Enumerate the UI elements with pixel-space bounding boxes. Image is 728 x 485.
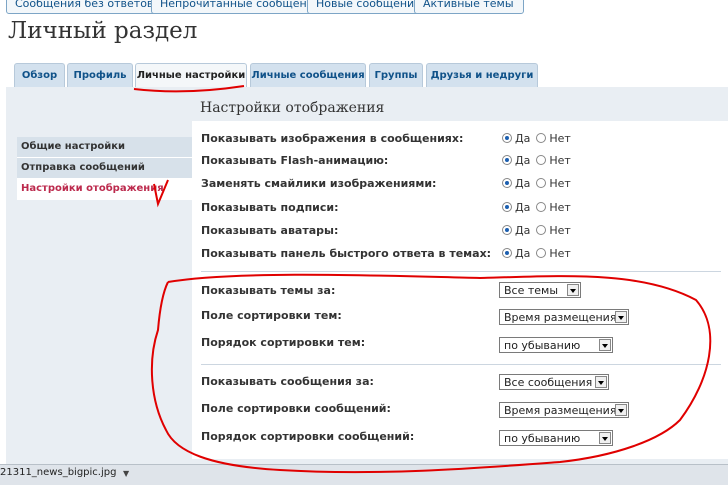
setting-label: Показывать темы за: xyxy=(201,284,336,297)
tab-usergroups[interactable]: Группы xyxy=(369,63,423,87)
radio-no-label: Нет xyxy=(549,177,571,190)
radio-yes-label: Да xyxy=(515,247,531,260)
radio-no[interactable] xyxy=(536,178,547,188)
select-value: Все темы xyxy=(504,284,559,297)
side-item-display[interactable]: Настройки отображения xyxy=(17,179,193,200)
side-item-general[interactable]: Общие настройки xyxy=(17,137,193,158)
radio-yes-label: Да xyxy=(515,201,531,214)
radio-yes[interactable] xyxy=(502,202,512,212)
setting-label: Поле сортировки тем: xyxy=(201,309,342,322)
side-item-posting[interactable]: Отправка сообщений xyxy=(17,158,193,179)
topic-sort-dir-select[interactable]: по убыванию xyxy=(499,337,613,353)
radio-yes-label: Да xyxy=(515,154,531,167)
select-value: по убыванию xyxy=(504,339,581,352)
setting-label: Порядок сортировки сообщений: xyxy=(201,430,415,443)
quick-links-bar: Сообщения без ответов Непрочитанные сооб… xyxy=(0,0,728,14)
radio-yes[interactable] xyxy=(502,178,512,188)
post-sort-key-select[interactable]: Время размещения xyxy=(499,402,629,418)
radio-no-label: Нет xyxy=(549,132,571,145)
tab-profile[interactable]: Профиль xyxy=(67,63,133,87)
chevron-down-icon xyxy=(615,311,627,323)
post-sort-dir-select[interactable]: по убыванию xyxy=(499,430,613,446)
setting-label: Показывать аватары: xyxy=(201,224,339,237)
setting-label: Показывать сообщения за: xyxy=(201,375,374,388)
select-value: Время размещения xyxy=(504,404,617,417)
unread-posts-link[interactable]: Непрочитанные сообщения xyxy=(151,0,320,14)
radio-no-label: Нет xyxy=(549,154,571,167)
radio-no-label: Нет xyxy=(549,247,571,260)
chevron-down-icon xyxy=(567,284,579,296)
setting-label: Показывать изображения в сообщениях: xyxy=(201,132,464,145)
chevron-down-icon xyxy=(595,376,607,388)
radio-yes[interactable] xyxy=(502,225,512,235)
side-menu: Общие настройки Отправка сообщений Настр… xyxy=(17,137,193,200)
download-bar: 21311_news_bigpic.jpg ▼ xyxy=(0,464,728,485)
post-days-select[interactable]: Все сообщения xyxy=(499,374,609,390)
unanswered-posts-link[interactable]: Сообщения без ответов xyxy=(6,0,160,14)
topic-sort-key-select[interactable]: Время размещения xyxy=(499,309,629,325)
radio-yes-label: Да xyxy=(515,224,531,237)
setting-label: Заменять смайлики изображениями: xyxy=(201,177,437,190)
select-value: по убыванию xyxy=(504,432,581,445)
divider xyxy=(201,271,721,272)
chevron-down-icon xyxy=(599,339,611,351)
chevron-down-icon[interactable]: ▼ xyxy=(123,469,129,478)
page-title: Личный раздел xyxy=(8,18,198,44)
setting-label: Порядок сортировки тем: xyxy=(201,336,366,349)
radio-no[interactable] xyxy=(536,155,547,165)
setting-label: Показывать подписи: xyxy=(201,201,339,214)
tab-overview[interactable]: Обзор xyxy=(14,63,65,87)
setting-label: Поле сортировки сообщений: xyxy=(201,402,391,415)
radio-no-label: Нет xyxy=(549,224,571,237)
divider xyxy=(201,364,721,365)
active-topics-link[interactable]: Активные темы xyxy=(414,0,524,14)
tab-board-preferences[interactable]: Личные настройки xyxy=(135,63,247,89)
radio-yes[interactable] xyxy=(502,133,512,143)
radio-yes-label: Да xyxy=(515,132,531,145)
radio-no[interactable] xyxy=(536,248,547,258)
radio-no[interactable] xyxy=(536,202,547,212)
radio-no-label: Нет xyxy=(549,201,571,214)
chevron-down-icon xyxy=(615,404,627,416)
new-posts-link[interactable]: Новые сообщения xyxy=(307,0,424,14)
tab-private-messages[interactable]: Личные сообщения xyxy=(250,63,366,87)
radio-yes-label: Да xyxy=(515,177,531,190)
select-value: Все сообщения xyxy=(504,376,593,389)
select-value: Время размещения xyxy=(504,311,617,324)
setting-label: Показывать Flash-анимацию: xyxy=(201,154,389,167)
radio-yes[interactable] xyxy=(502,248,512,258)
tab-friends-foes[interactable]: Друзья и недруги xyxy=(426,63,538,87)
chevron-down-icon xyxy=(599,432,611,444)
section-title: Настройки отображения xyxy=(200,100,385,116)
radio-no[interactable] xyxy=(536,133,547,143)
radio-no[interactable] xyxy=(536,225,547,235)
download-item[interactable]: 21311_news_bigpic.jpg xyxy=(0,467,116,478)
radio-yes[interactable] xyxy=(502,155,512,165)
topic-days-select[interactable]: Все темы xyxy=(499,282,581,298)
setting-label: Показывать панель быстрого ответа в тема… xyxy=(201,247,492,260)
